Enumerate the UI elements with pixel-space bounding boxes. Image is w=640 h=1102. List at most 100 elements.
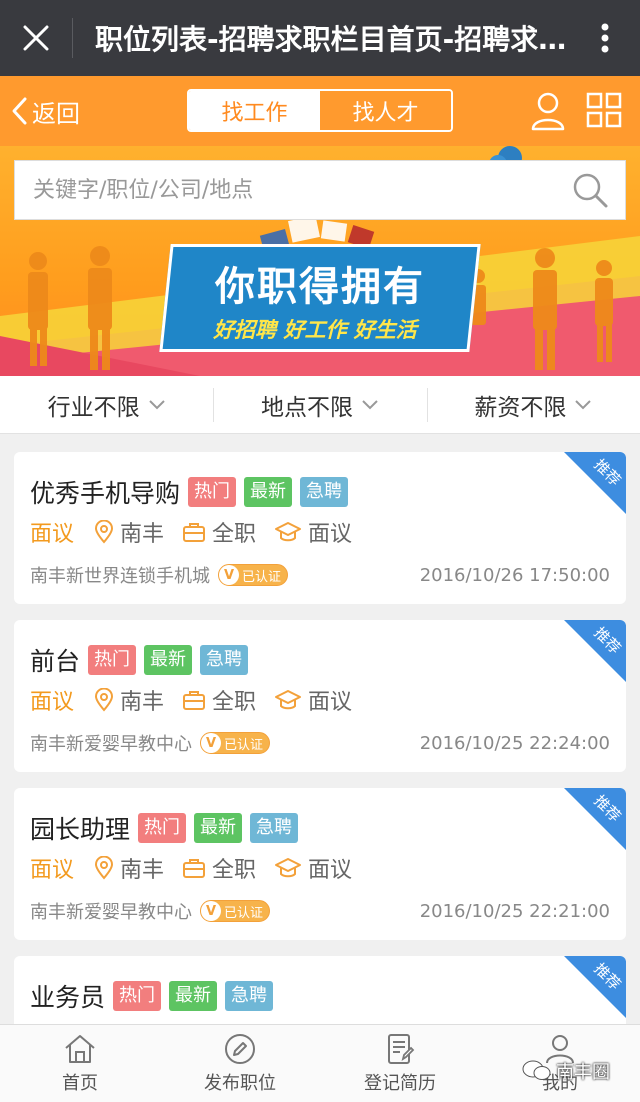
- app-header: 返回 找工作 找人才: [0, 76, 640, 146]
- tab-find-talent[interactable]: 找人才: [320, 91, 451, 130]
- job-education: 面议: [274, 516, 352, 548]
- wechat-title-bar: 职位列表-招聘求职栏目首页-招聘求...: [0, 0, 640, 76]
- job-title-row: 业务员 热门 最新 急聘: [30, 978, 281, 1014]
- job-salary: 面议: [30, 690, 75, 715]
- post-time: 2016/10/25 22:21:00: [419, 900, 610, 922]
- filter-label: 薪资不限: [474, 394, 567, 421]
- resume-icon: [388, 1033, 415, 1064]
- close-icon: [23, 25, 49, 51]
- post-time: 2016/10/25 22:24:00: [419, 732, 610, 754]
- location-pin-icon: [95, 856, 114, 880]
- job-title: 优秀手机导购: [30, 479, 181, 508]
- job-meta: 面议 南丰 全职 面议: [30, 852, 370, 884]
- job-location: 南丰: [94, 516, 164, 548]
- window-title: 职位列表-招聘求职栏目首页-招聘求...: [95, 23, 570, 56]
- tab-home[interactable]: 首页: [0, 1025, 160, 1102]
- tab-label: 发布职位: [204, 1072, 276, 1094]
- banner-headline: 你职得拥有: [215, 264, 425, 310]
- tab-find-job[interactable]: 找工作: [189, 91, 320, 130]
- chevron-down-icon: [575, 399, 592, 409]
- job-card[interactable]: 推荐 前台 热门 最新 急聘 面议 南丰 全职 面议 南丰新爱婴早教中心 V 已认…: [14, 620, 626, 772]
- tag-hot: 热门: [113, 981, 162, 1011]
- tag-new: 最新: [244, 477, 293, 507]
- job-title-row: 前台 热门 最新 急聘: [30, 642, 256, 678]
- edit-icon: [225, 1033, 255, 1064]
- job-location-text: 南丰: [120, 690, 165, 715]
- job-meta: 面议 南丰 全职 面议: [30, 516, 370, 548]
- verified-badge: V 已认证: [218, 564, 289, 586]
- location-pin-icon: [95, 520, 114, 544]
- verified-label: 已认证: [242, 569, 282, 585]
- recommend-ribbon: 推荐: [564, 452, 626, 514]
- verified-badge: V 已认证: [200, 900, 271, 922]
- watermark-text: 南丰圈: [556, 1062, 610, 1083]
- job-title: 前台: [30, 647, 81, 676]
- job-title: 业务员: [30, 983, 106, 1012]
- watermark: 南丰圈: [522, 1058, 610, 1084]
- filter-label: 地点不限: [260, 394, 353, 421]
- job-footer: 南丰新爱婴早教中心 V 已认证 2016/10/25 22:24:00: [30, 730, 610, 756]
- tag-urgent: 急聘: [250, 813, 299, 843]
- tag-urgent: 急聘: [225, 981, 274, 1011]
- job-title: 园长助理: [30, 815, 131, 844]
- job-location: 南丰: [94, 684, 164, 716]
- job-type: 全职: [182, 852, 256, 884]
- job-title-row: 园长助理 热门 最新 急聘: [30, 810, 306, 846]
- user-icon[interactable]: [530, 91, 566, 131]
- chevron-down-icon: [362, 399, 378, 409]
- tag-hot: 热门: [88, 645, 137, 675]
- recommend-ribbon: 推荐: [564, 956, 626, 1018]
- job-type: 全职: [182, 684, 256, 716]
- job-education: 面议: [274, 852, 352, 884]
- tag-hot: 热门: [188, 477, 237, 507]
- job-type-text: 全职: [212, 522, 257, 547]
- filter-location[interactable]: 地点不限: [213, 376, 426, 433]
- job-salary: 面议: [30, 858, 75, 883]
- promo-banner[interactable]: 你职得拥有 好招聘 好工作 好生活: [0, 146, 640, 376]
- tag-new: 最新: [144, 645, 193, 675]
- search-icon: [573, 173, 608, 208]
- recommend-ribbon: 推荐: [564, 620, 626, 682]
- tag-new: 最新: [194, 813, 243, 843]
- job-education-text: 面议: [308, 522, 353, 547]
- close-button[interactable]: [0, 0, 72, 76]
- job-title-row: 优秀手机导购 热门 最新 急聘: [30, 474, 356, 510]
- verified-label: 已认证: [224, 905, 264, 921]
- chevron-down-icon: [148, 399, 165, 409]
- filter-salary[interactable]: 薪资不限: [426, 376, 640, 433]
- briefcase-icon: [183, 523, 206, 542]
- more-button[interactable]: [570, 0, 640, 76]
- tab-register-resume[interactable]: 登记简历: [320, 1025, 480, 1102]
- search-button[interactable]: [555, 160, 625, 220]
- search-input[interactable]: [15, 161, 555, 219]
- verified-icon: V: [219, 565, 239, 585]
- graduation-cap-icon: [275, 690, 302, 710]
- tag-urgent: 急聘: [200, 645, 249, 675]
- tab-post-job[interactable]: 发布职位: [160, 1025, 320, 1102]
- location-pin-icon: [95, 688, 114, 712]
- job-card[interactable]: 推荐 园长助理 热门 最新 急聘 面议 南丰 全职 面议 南丰新爱婴早教中心 V…: [14, 788, 626, 940]
- mode-switch: 找工作 找人才: [187, 89, 453, 132]
- search-box: [14, 160, 626, 220]
- banner-slogan: 好招聘 好工作 好生活: [213, 318, 417, 342]
- job-type-text: 全职: [212, 858, 257, 883]
- job-meta: 面议 南丰 全职 面议: [30, 684, 370, 716]
- filter-industry[interactable]: 行业不限: [0, 376, 213, 433]
- briefcase-icon: [183, 859, 206, 878]
- chevron-left-icon: [12, 97, 27, 125]
- verified-icon: V: [201, 901, 221, 921]
- job-type-text: 全职: [212, 690, 257, 715]
- job-location-text: 南丰: [120, 858, 165, 883]
- verified-icon: V: [201, 733, 221, 753]
- job-salary: 面议: [30, 522, 75, 547]
- home-icon: [65, 1034, 95, 1063]
- job-footer: 南丰新世界连锁手机城 V 已认证 2016/10/26 17:50:00: [30, 562, 610, 588]
- grid-menu-icon[interactable]: [586, 92, 622, 128]
- tag-hot: 热门: [138, 813, 187, 843]
- back-button[interactable]: 返回: [10, 76, 80, 146]
- company-name: 南丰新世界连锁手机城: [30, 566, 210, 587]
- more-vertical-icon: [601, 23, 609, 53]
- briefcase-icon: [183, 691, 206, 710]
- job-card[interactable]: 推荐 优秀手机导购 热门 最新 急聘 面议 南丰 全职 面议 南丰新世界连锁手机…: [14, 452, 626, 604]
- post-time: 2016/10/26 17:50:00: [419, 564, 610, 586]
